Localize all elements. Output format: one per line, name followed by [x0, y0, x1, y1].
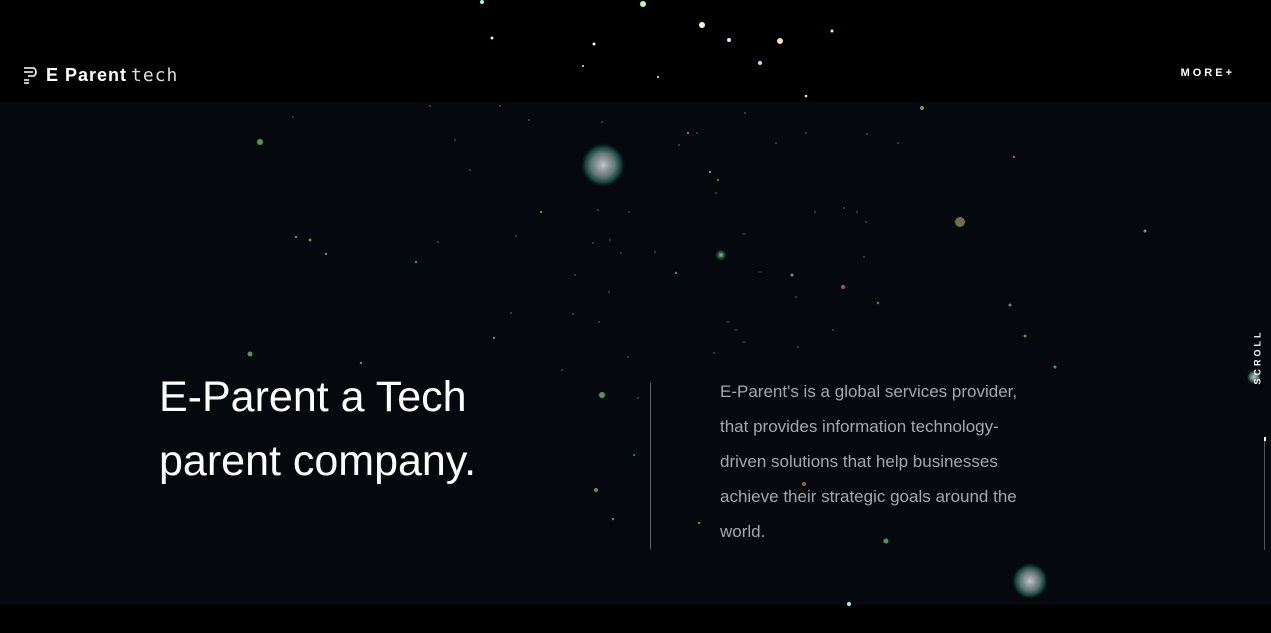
more-menu-button[interactable]: MORE+ [1181, 67, 1235, 79]
hero-headline: E-Parent a Tech parent company. [159, 365, 579, 493]
e-parent-logo-icon [24, 67, 37, 84]
scroll-indicator[interactable]: SCROLL [1252, 330, 1266, 390]
logo[interactable]: E Parent tech [22, 64, 178, 86]
headline-line-2: parent company. [159, 437, 477, 485]
logo-text: E Parent [46, 64, 128, 85]
logo-tech-text: tech [131, 64, 179, 86]
particle-background [247, 0, 1261, 606]
headline-line-1: E-Parent a Tech [159, 373, 467, 421]
scroll-progress-line [1264, 437, 1266, 550]
scroll-label: SCROLL [1252, 329, 1263, 385]
vertical-divider [650, 383, 651, 549]
hero-description: E-Parent's is a global services provider… [720, 382, 1018, 541]
